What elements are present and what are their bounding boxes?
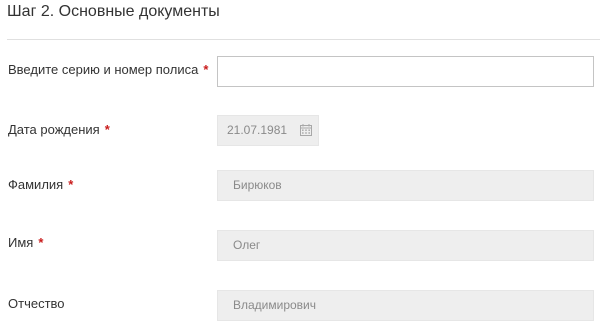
required-mark: * [68,177,74,192]
birth-date-label-text: Дата рождения [8,122,100,137]
last-name-value: Бирюков [233,178,282,192]
first-name-label: Имя * [8,233,43,253]
patronymic-field: Владимирович [217,290,594,321]
policy-label: Введите серию и номер полиса * [8,60,208,80]
required-mark: * [104,122,110,137]
last-name-label: Фамилия * [8,175,73,195]
last-name-label-text: Фамилия [8,177,64,192]
last-name-field: Бирюков [217,170,594,201]
divider [7,39,600,40]
birth-date-label: Дата рождения * [8,120,110,140]
step-title: Шаг 2. Основные документы [7,3,220,20]
policy-label-text: Введите серию и номер полиса [8,62,199,77]
required-mark: * [38,235,44,250]
first-name-value: Олег [233,238,261,252]
patronymic-value: Владимирович [233,298,317,312]
first-name-field: Олег [217,230,594,261]
required-mark: * [203,62,209,77]
patronymic-label-text: Отчество [8,296,65,311]
policy-number-input[interactable] [217,56,594,87]
birth-date-field: 21.07.1981 [217,115,319,146]
first-name-label-text: Имя [8,235,34,250]
patronymic-label: Отчество [8,294,65,314]
birth-date-value: 21.07.1981 [227,123,288,137]
calendar-icon[interactable] [300,124,312,136]
